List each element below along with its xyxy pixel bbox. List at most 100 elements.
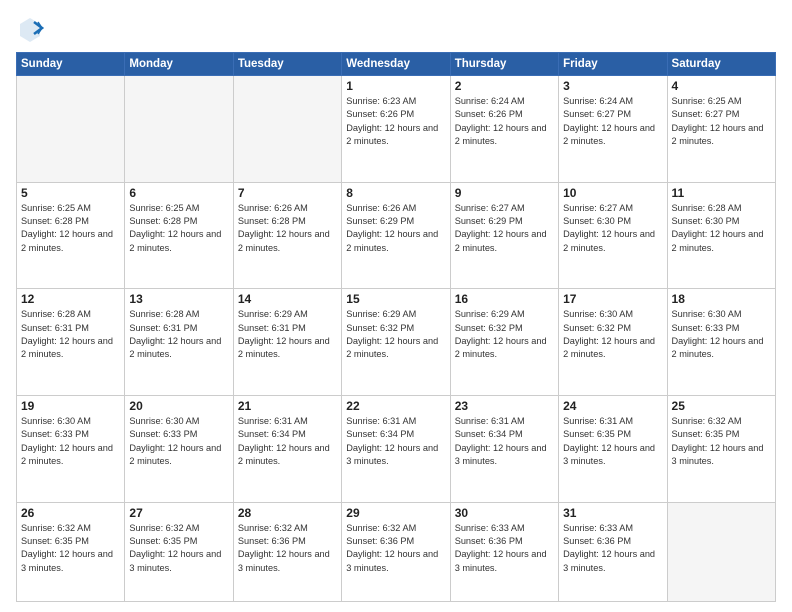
calendar-header-tuesday: Tuesday <box>233 53 341 76</box>
calendar-cell: 9 Sunrise: 6:27 AM Sunset: 6:29 PM Daylig… <box>450 182 558 289</box>
day-number: 9 <box>455 186 554 200</box>
calendar-header-wednesday: Wednesday <box>342 53 450 76</box>
day-info: Sunrise: 6:32 AM Sunset: 6:35 PM Dayligh… <box>129 522 228 575</box>
day-number: 24 <box>563 399 662 413</box>
day-info: Sunrise: 6:25 AM Sunset: 6:28 PM Dayligh… <box>21 202 120 255</box>
day-number: 21 <box>238 399 337 413</box>
day-number: 17 <box>563 292 662 306</box>
page: SundayMondayTuesdayWednesdayThursdayFrid… <box>0 0 792 612</box>
day-number: 14 <box>238 292 337 306</box>
calendar-cell: 2 Sunrise: 6:24 AM Sunset: 6:26 PM Daylig… <box>450 76 558 183</box>
day-number: 11 <box>672 186 771 200</box>
day-info: Sunrise: 6:23 AM Sunset: 6:26 PM Dayligh… <box>346 95 445 148</box>
day-info: Sunrise: 6:30 AM Sunset: 6:33 PM Dayligh… <box>672 308 771 361</box>
calendar-header-sunday: Sunday <box>17 53 125 76</box>
calendar-week-3: 12 Sunrise: 6:28 AM Sunset: 6:31 PM Dayli… <box>17 289 776 396</box>
day-number: 26 <box>21 506 120 520</box>
day-number: 6 <box>129 186 228 200</box>
day-info: Sunrise: 6:24 AM Sunset: 6:26 PM Dayligh… <box>455 95 554 148</box>
day-info: Sunrise: 6:28 AM Sunset: 6:30 PM Dayligh… <box>672 202 771 255</box>
calendar-cell: 25Sunrise: 6:32 AM Sunset: 6:35 PM Dayli… <box>667 395 775 502</box>
day-info: Sunrise: 6:30 AM Sunset: 6:33 PM Dayligh… <box>21 415 120 468</box>
day-info: Sunrise: 6:27 AM Sunset: 6:29 PM Dayligh… <box>455 202 554 255</box>
day-info: Sunrise: 6:26 AM Sunset: 6:28 PM Dayligh… <box>238 202 337 255</box>
calendar-header-saturday: Saturday <box>667 53 775 76</box>
day-info: Sunrise: 6:29 AM Sunset: 6:31 PM Dayligh… <box>238 308 337 361</box>
day-number: 28 <box>238 506 337 520</box>
day-info: Sunrise: 6:31 AM Sunset: 6:35 PM Dayligh… <box>563 415 662 468</box>
logo <box>16 14 48 42</box>
day-number: 22 <box>346 399 445 413</box>
calendar-cell: 23Sunrise: 6:31 AM Sunset: 6:34 PM Dayli… <box>450 395 558 502</box>
calendar-cell: 21 Sunrise: 6:31 AM Sunset: 6:34 PM Dayli… <box>233 395 341 502</box>
day-number: 15 <box>346 292 445 306</box>
calendar-cell <box>667 502 775 601</box>
calendar-cell: 14 Sunrise: 6:29 AM Sunset: 6:31 PM Dayli… <box>233 289 341 396</box>
day-number: 8 <box>346 186 445 200</box>
day-info: Sunrise: 6:26 AM Sunset: 6:29 PM Dayligh… <box>346 202 445 255</box>
header <box>16 14 776 42</box>
day-info: Sunrise: 6:31 AM Sunset: 6:34 PM Dayligh… <box>238 415 337 468</box>
calendar-cell: 8 Sunrise: 6:26 AM Sunset: 6:29 PM Daylig… <box>342 182 450 289</box>
calendar-cell: 16 Sunrise: 6:29 AM Sunset: 6:32 PM Dayli… <box>450 289 558 396</box>
calendar-week-2: 5 Sunrise: 6:25 AM Sunset: 6:28 PM Daylig… <box>17 182 776 289</box>
calendar-cell: 27 Sunrise: 6:32 AM Sunset: 6:35 PM Dayli… <box>125 502 233 601</box>
calendar-cell: 22 Sunrise: 6:31 AM Sunset: 6:34 PM Dayli… <box>342 395 450 502</box>
day-number: 29 <box>346 506 445 520</box>
day-number: 10 <box>563 186 662 200</box>
day-info: Sunrise: 6:27 AM Sunset: 6:30 PM Dayligh… <box>563 202 662 255</box>
calendar-cell: 3Sunrise: 6:24 AM Sunset: 6:27 PM Daylig… <box>559 76 667 183</box>
day-number: 23 <box>455 399 554 413</box>
day-info: Sunrise: 6:32 AM Sunset: 6:36 PM Dayligh… <box>346 522 445 575</box>
day-number: 5 <box>21 186 120 200</box>
calendar-cell: 24 Sunrise: 6:31 AM Sunset: 6:35 PM Dayli… <box>559 395 667 502</box>
day-number: 16 <box>455 292 554 306</box>
calendar-cell: 26Sunrise: 6:32 AM Sunset: 6:35 PM Dayli… <box>17 502 125 601</box>
day-info: Sunrise: 6:31 AM Sunset: 6:34 PM Dayligh… <box>346 415 445 468</box>
day-info: Sunrise: 6:28 AM Sunset: 6:31 PM Dayligh… <box>129 308 228 361</box>
calendar-table: SundayMondayTuesdayWednesdayThursdayFrid… <box>16 52 776 602</box>
calendar-cell: 4 Sunrise: 6:25 AM Sunset: 6:27 PM Daylig… <box>667 76 775 183</box>
day-info: Sunrise: 6:33 AM Sunset: 6:36 PM Dayligh… <box>563 522 662 575</box>
day-info: Sunrise: 6:28 AM Sunset: 6:31 PM Dayligh… <box>21 308 120 361</box>
calendar-cell: 20Sunrise: 6:30 AM Sunset: 6:33 PM Dayli… <box>125 395 233 502</box>
calendar-cell: 17 Sunrise: 6:30 AM Sunset: 6:32 PM Dayli… <box>559 289 667 396</box>
calendar-cell <box>233 76 341 183</box>
calendar-cell: 29 Sunrise: 6:32 AM Sunset: 6:36 PM Dayli… <box>342 502 450 601</box>
calendar-cell: 18 Sunrise: 6:30 AM Sunset: 6:33 PM Dayli… <box>667 289 775 396</box>
day-info: Sunrise: 6:30 AM Sunset: 6:33 PM Dayligh… <box>129 415 228 468</box>
calendar-cell: 28 Sunrise: 6:32 AM Sunset: 6:36 PM Dayli… <box>233 502 341 601</box>
day-number: 19 <box>21 399 120 413</box>
calendar-cell: 12 Sunrise: 6:28 AM Sunset: 6:31 PM Dayli… <box>17 289 125 396</box>
calendar-header-row: SundayMondayTuesdayWednesdayThursdayFrid… <box>17 53 776 76</box>
day-number: 18 <box>672 292 771 306</box>
day-info: Sunrise: 6:32 AM Sunset: 6:36 PM Dayligh… <box>238 522 337 575</box>
day-info: Sunrise: 6:29 AM Sunset: 6:32 PM Dayligh… <box>455 308 554 361</box>
day-number: 12 <box>21 292 120 306</box>
day-number: 4 <box>672 79 771 93</box>
calendar-week-4: 19 Sunrise: 6:30 AM Sunset: 6:33 PM Dayli… <box>17 395 776 502</box>
calendar-cell <box>17 76 125 183</box>
day-number: 25 <box>672 399 771 413</box>
calendar-cell: 10 Sunrise: 6:27 AM Sunset: 6:30 PM Dayli… <box>559 182 667 289</box>
calendar-header-monday: Monday <box>125 53 233 76</box>
day-number: 30 <box>455 506 554 520</box>
day-info: Sunrise: 6:30 AM Sunset: 6:32 PM Dayligh… <box>563 308 662 361</box>
day-info: Sunrise: 6:33 AM Sunset: 6:36 PM Dayligh… <box>455 522 554 575</box>
day-number: 31 <box>563 506 662 520</box>
day-number: 7 <box>238 186 337 200</box>
day-number: 1 <box>346 79 445 93</box>
calendar-cell: 6 Sunrise: 6:25 AM Sunset: 6:28 PM Daylig… <box>125 182 233 289</box>
calendar-cell: 15Sunrise: 6:29 AM Sunset: 6:32 PM Dayli… <box>342 289 450 396</box>
day-number: 27 <box>129 506 228 520</box>
calendar-cell: 7 Sunrise: 6:26 AM Sunset: 6:28 PM Daylig… <box>233 182 341 289</box>
day-number: 3 <box>563 79 662 93</box>
day-number: 2 <box>455 79 554 93</box>
calendar-header-friday: Friday <box>559 53 667 76</box>
day-info: Sunrise: 6:25 AM Sunset: 6:28 PM Dayligh… <box>129 202 228 255</box>
calendar-week-5: 26 Sunrise: 6:32 AM Sunset: 6:35 PM Dayli… <box>17 502 776 601</box>
calendar-cell: 11 Sunrise: 6:28 AM Sunset: 6:30 PM Dayli… <box>667 182 775 289</box>
calendar-cell: 1 Sunrise: 6:23 AM Sunset: 6:26 PM Daylig… <box>342 76 450 183</box>
day-info: Sunrise: 6:25 AM Sunset: 6:27 PM Dayligh… <box>672 95 771 148</box>
calendar-cell: 19 Sunrise: 6:30 AM Sunset: 6:33 PM Dayli… <box>17 395 125 502</box>
